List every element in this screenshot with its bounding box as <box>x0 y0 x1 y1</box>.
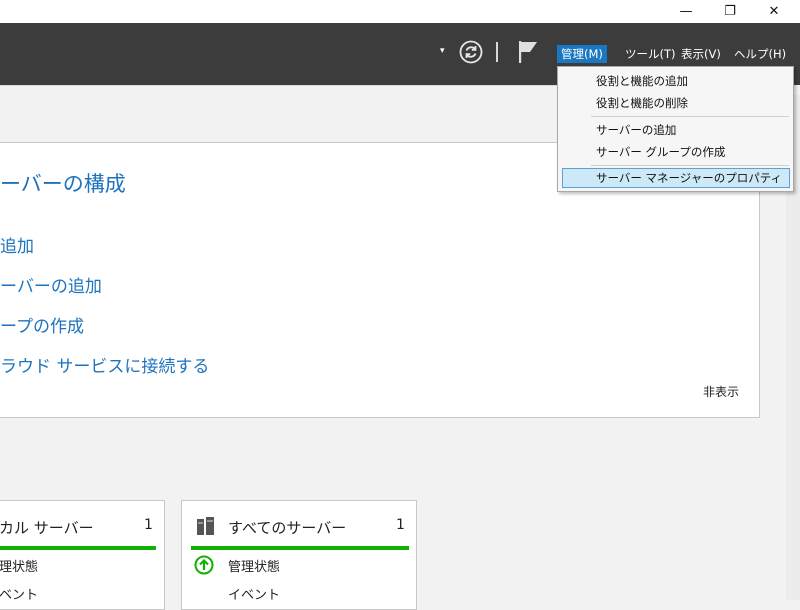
manage-menu-dropdown: 役割と機能の追加 役割と機能の削除 サーバーの追加 サーバー グループの作成 サ… <box>557 66 794 192</box>
status-up-icon <box>194 555 214 575</box>
chevron-down-icon[interactable]: ▾ <box>440 46 445 56</box>
menu-remove-roles[interactable]: 役割と機能の削除 <box>596 93 688 113</box>
menu-separator <box>591 165 789 166</box>
tile-row-status[interactable]: 理状態 <box>0 556 38 575</box>
menu-manage[interactable]: 管理(M) <box>557 45 607 63</box>
menu-add-roles[interactable]: 役割と機能の追加 <box>596 71 688 91</box>
minimize-icon: — <box>679 4 693 19</box>
tile-row-events[interactable]: ベント <box>0 584 38 603</box>
menu-separator <box>591 116 789 117</box>
status-bar <box>191 546 409 550</box>
link-add-servers[interactable]: ーバーの追加 <box>0 272 102 297</box>
tile-local-server[interactable]: カル サーバー 1 理状態 ベント <box>0 500 165 610</box>
tile-all-servers[interactable]: すべてのサーバー 1 管理状態 イベント <box>181 500 417 610</box>
close-icon: ✕ <box>768 4 780 19</box>
menu-view[interactable]: 表示(V) <box>677 45 725 63</box>
flag-icon[interactable] <box>516 39 540 65</box>
status-bar <box>0 546 156 550</box>
minimize-button[interactable]: — <box>664 0 708 23</box>
menu-add-servers[interactable]: サーバーの追加 <box>596 120 676 140</box>
tile-count[interactable]: 1 <box>396 517 405 533</box>
menu-tools[interactable]: ツール(T) <box>621 45 680 63</box>
menu-create-server-group[interactable]: サーバー グループの作成 <box>596 142 725 162</box>
tile-title: すべてのサーバー <box>228 519 347 537</box>
tile-title: カル サーバー <box>0 519 94 537</box>
tile-row-events[interactable]: イベント <box>228 584 280 603</box>
configure-title: ーバーの構成 <box>0 172 126 196</box>
link-connect-cloud[interactable]: ラウド サービスに接続する <box>0 352 209 377</box>
refresh-icon[interactable] <box>459 40 483 64</box>
hide-link[interactable]: 非表示 <box>703 383 739 400</box>
servers-icon <box>197 517 214 535</box>
restore-button[interactable]: ❐ <box>708 0 752 23</box>
menu-server-manager-properties[interactable]: サーバー マネージャーのプロパティ <box>596 168 782 188</box>
link-create-group[interactable]: ープの作成 <box>0 312 84 337</box>
link-add-roles[interactable]: 追加 <box>0 232 34 257</box>
tile-count[interactable]: 1 <box>144 517 153 533</box>
restore-icon: ❐ <box>724 4 736 19</box>
toolbar-separator <box>496 42 498 62</box>
tile-row-status[interactable]: 管理状態 <box>228 556 280 575</box>
menu-help[interactable]: ヘルプ(H) <box>730 45 790 63</box>
close-button[interactable]: ✕ <box>752 0 796 23</box>
title-bar: — ❐ ✕ <box>0 0 800 23</box>
